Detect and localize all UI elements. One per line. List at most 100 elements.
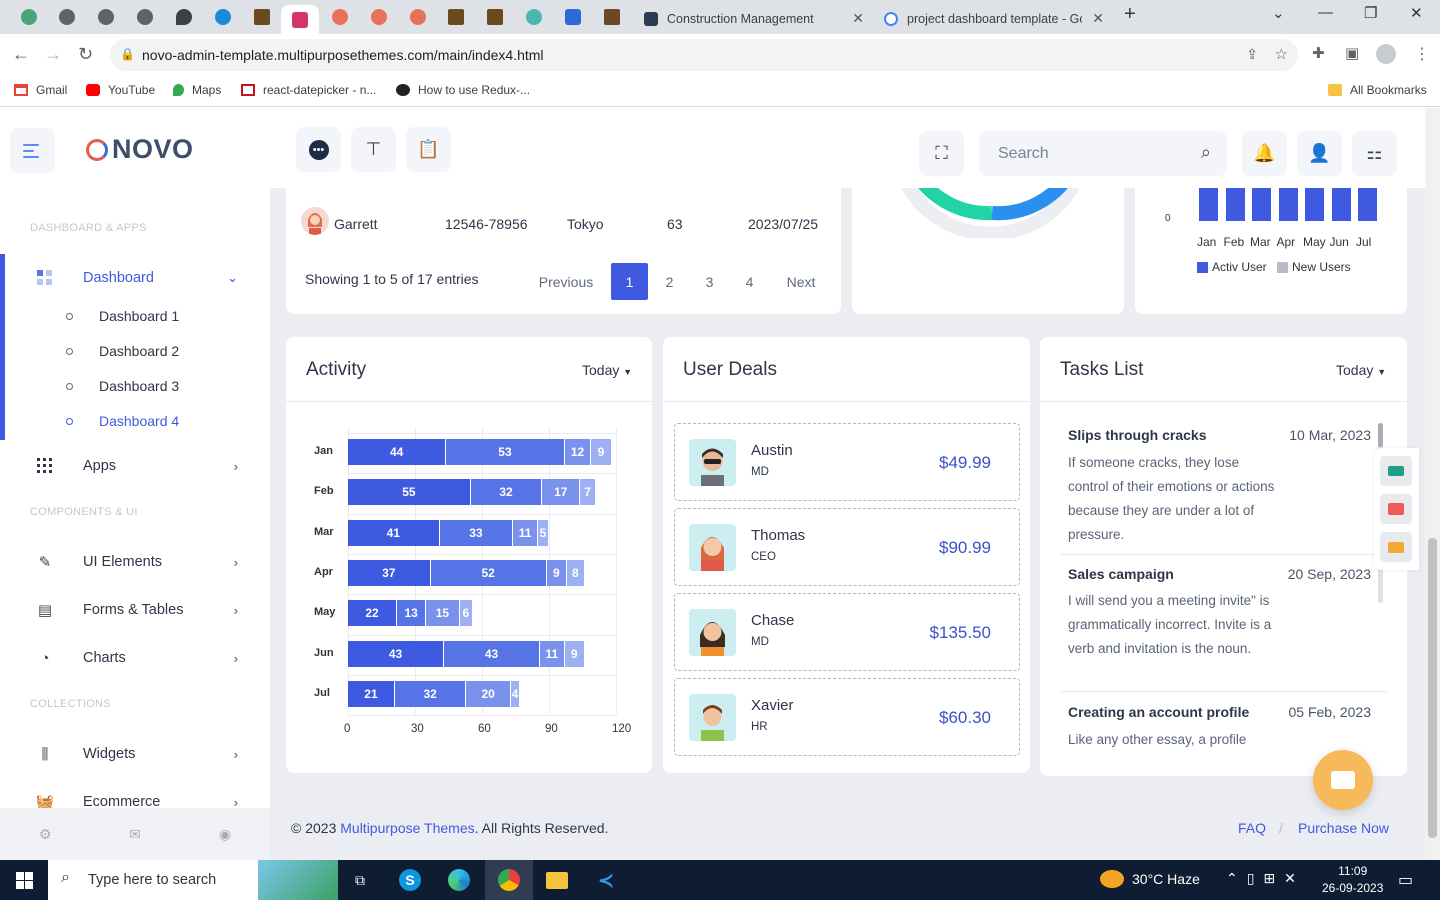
pinned-tab[interactable] bbox=[243, 5, 281, 29]
settings-toggle-button[interactable]: ⚏ bbox=[1352, 131, 1397, 176]
browser-menu-icon[interactable]: ⋮ bbox=[1414, 44, 1430, 64]
sidebar-item-forms-tables[interactable]: ▤ Forms & Tables › bbox=[36, 595, 246, 625]
settings-gear-icon[interactable]: ⚙ bbox=[39, 826, 52, 843]
sidebar-item-widgets[interactable]: ⫼ Widgets › bbox=[36, 739, 246, 769]
pagination-next[interactable]: Next bbox=[776, 263, 826, 300]
activity-filter-dropdown[interactable]: Today ▼ bbox=[582, 362, 632, 378]
tab-google-search[interactable]: project dashboard template - Go ✕ bbox=[874, 4, 1112, 34]
new-tab-button[interactable]: + bbox=[1124, 3, 1136, 26]
pinned-tab[interactable] bbox=[48, 5, 86, 29]
extensions-icon[interactable]: ✚ bbox=[1312, 44, 1325, 62]
activity-bar-segment[interactable]: 9 bbox=[591, 439, 611, 465]
url-bar[interactable]: 🔒 novo-admin-template.multipurposethemes… bbox=[110, 39, 1298, 71]
close-window-button[interactable]: ✕ bbox=[1410, 4, 1423, 22]
back-icon[interactable]: ← bbox=[12, 44, 30, 65]
pagination-page[interactable]: 3 bbox=[691, 263, 728, 300]
pagination-page[interactable]: 1 bbox=[611, 263, 648, 300]
sidebar-subitem-dashboard-1[interactable]: Dashboard 1 bbox=[66, 308, 179, 324]
user-profile-button[interactable]: 👤 bbox=[1297, 131, 1342, 176]
task-title[interactable]: Creating an account profile bbox=[1068, 704, 1249, 720]
reload-icon[interactable]: ↻ bbox=[78, 44, 93, 65]
activity-bar-segment[interactable]: 20 bbox=[466, 680, 511, 707]
activity-bar-segment[interactable]: 37 bbox=[348, 559, 430, 586]
deal-item[interactable]: Thomas CEO $90.99 bbox=[674, 508, 1020, 586]
task-title[interactable]: Slips through cracks bbox=[1068, 427, 1206, 443]
sidebar-item-ui-elements[interactable]: ✎ UI Elements › bbox=[36, 547, 246, 577]
activity-bar-segment[interactable]: 9 bbox=[546, 559, 566, 586]
deal-item[interactable]: Chase MD $135.50 bbox=[674, 593, 1020, 671]
activity-bar-segment[interactable]: 17 bbox=[542, 479, 580, 506]
scrollbar-thumb[interactable] bbox=[1428, 538, 1437, 838]
pagination-previous[interactable]: Previous bbox=[530, 263, 602, 300]
activity-bar-segment[interactable]: 41 bbox=[348, 519, 439, 546]
clipboard-button[interactable]: 📋 bbox=[406, 127, 451, 172]
deal-item[interactable]: Austin MD $49.99 bbox=[674, 423, 1020, 501]
pinned-tab[interactable] bbox=[165, 5, 203, 29]
pagination-page[interactable]: 4 bbox=[731, 263, 768, 300]
activity-bar-segment[interactable]: 32 bbox=[394, 680, 466, 707]
task-title[interactable]: Sales campaign bbox=[1068, 566, 1174, 582]
pinned-tab[interactable] bbox=[399, 5, 437, 29]
chat-bubble-button[interactable]: ••• bbox=[296, 127, 341, 172]
activity-bar-segment[interactable]: 7 bbox=[580, 479, 595, 506]
activity-bar-segment[interactable]: 32 bbox=[470, 479, 542, 506]
activity-bar-segment[interactable]: 4 bbox=[511, 680, 519, 707]
forward-icon[interactable]: → bbox=[44, 44, 62, 65]
pinned-tab[interactable] bbox=[87, 5, 125, 29]
activity-bar-segment[interactable]: 8 bbox=[566, 559, 584, 586]
projects-button[interactable]: ⊤ bbox=[351, 127, 396, 172]
vscode-app[interactable]: ≺ bbox=[582, 860, 630, 900]
activity-bar-segment[interactable]: 43 bbox=[444, 640, 540, 667]
deal-item[interactable]: Xavier HR $60.30 bbox=[674, 678, 1020, 756]
activity-bar-segment[interactable]: 43 bbox=[348, 640, 444, 667]
edge-app[interactable] bbox=[435, 860, 483, 900]
clock[interactable]: 11:09 26-09-2023 bbox=[1322, 863, 1383, 897]
page-scrollbar[interactable] bbox=[1425, 108, 1440, 860]
image-tool-button[interactable] bbox=[1380, 494, 1412, 524]
sidebar-toggle-button[interactable] bbox=[10, 128, 55, 173]
fullscreen-button[interactable]: ⛶ bbox=[919, 131, 964, 176]
activity-bar-segment[interactable]: 44 bbox=[348, 439, 446, 465]
bookmark-youtube[interactable]: YouTube bbox=[86, 83, 155, 97]
sidebar-item-dashboard[interactable]: Dashboard ⌄ bbox=[36, 263, 246, 293]
close-tab-icon[interactable]: ✕ bbox=[852, 10, 864, 27]
pinned-tab[interactable] bbox=[321, 5, 359, 29]
taskbar-search-box[interactable]: ⌕ Type here to search bbox=[48, 860, 338, 900]
faq-link[interactable]: FAQ bbox=[1238, 820, 1266, 836]
pagination-page[interactable]: 2 bbox=[651, 263, 688, 300]
pinned-tab[interactable] bbox=[126, 5, 164, 29]
activity-bar-segment[interactable]: 15 bbox=[426, 600, 459, 627]
share-icon[interactable]: ⇪ bbox=[1246, 46, 1258, 63]
weather-widget[interactable]: 30°C Haze bbox=[1100, 870, 1200, 888]
profile-avatar[interactable] bbox=[1376, 44, 1396, 64]
pinned-tab[interactable] bbox=[476, 5, 514, 29]
all-bookmarks[interactable]: All Bookmarks bbox=[1328, 83, 1427, 97]
notification-center-icon[interactable]: ▭ bbox=[1398, 870, 1413, 890]
pinned-tab[interactable] bbox=[593, 5, 631, 29]
mail-icon[interactable]: ✉ bbox=[129, 826, 141, 843]
activity-bar-segment[interactable]: 13 bbox=[397, 600, 426, 627]
chrome-app[interactable] bbox=[485, 860, 533, 900]
brand-logo[interactable]: NOVO bbox=[86, 134, 194, 165]
tasks-filter-dropdown[interactable]: Today ▼ bbox=[1336, 362, 1386, 378]
file-explorer-app[interactable] bbox=[533, 860, 581, 900]
activity-bar-segment[interactable]: 11 bbox=[540, 640, 564, 667]
activity-bar-segment[interactable]: 5 bbox=[537, 519, 548, 546]
pinned-tab[interactable] bbox=[10, 5, 48, 29]
pinned-tab[interactable] bbox=[554, 5, 592, 29]
system-tray-icons[interactable]: ⌃▯⊞✕ bbox=[1226, 870, 1305, 887]
pinned-tab[interactable] bbox=[515, 5, 553, 29]
bookmark-react-datepicker[interactable]: react-datepicker - n... bbox=[241, 83, 376, 97]
activity-bar-segment[interactable]: 12 bbox=[564, 439, 591, 465]
tab-search-icon[interactable]: ⌄ bbox=[1272, 4, 1285, 22]
bookmark-gmail[interactable]: Gmail bbox=[14, 83, 67, 97]
activity-bar-segment[interactable]: 9 bbox=[564, 640, 584, 667]
activity-bar-segment[interactable]: 55 bbox=[348, 479, 470, 506]
bookmark-maps[interactable]: Maps bbox=[173, 83, 221, 97]
activity-bar-segment[interactable]: 53 bbox=[446, 439, 564, 465]
search-input[interactable]: Search ⌕ bbox=[979, 131, 1227, 176]
bookmark-redux[interactable]: How to use Redux-... bbox=[396, 83, 530, 97]
lock-icon[interactable]: ◉ bbox=[219, 826, 231, 843]
sidebar-subitem-dashboard-4[interactable]: Dashboard 4 bbox=[66, 413, 179, 429]
sidebar-subitem-dashboard-2[interactable]: Dashboard 2 bbox=[66, 343, 179, 359]
